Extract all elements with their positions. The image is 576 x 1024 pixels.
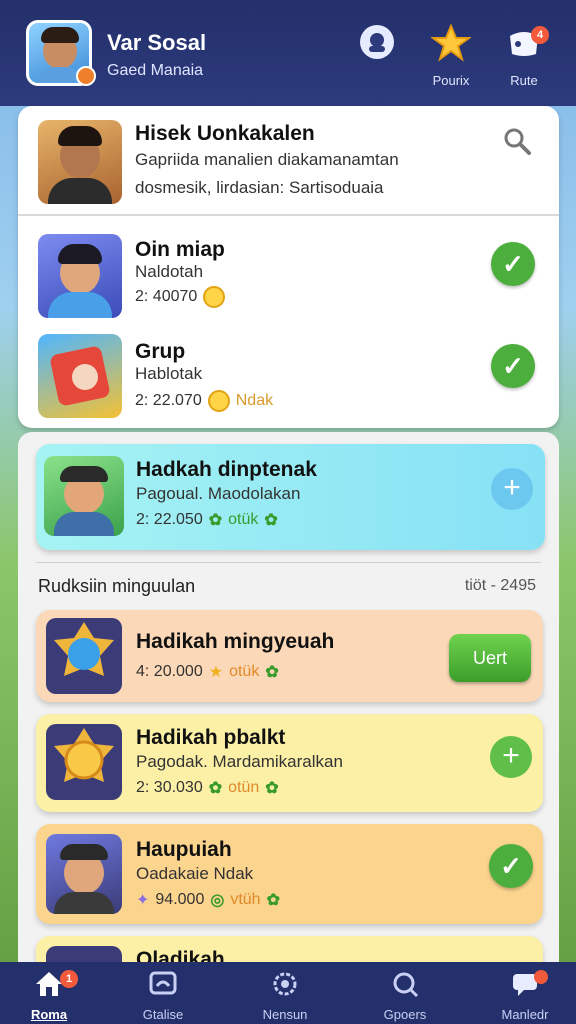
reward-claimed-check-button[interactable]: ✓ [489, 844, 533, 888]
group-avatar [38, 334, 122, 418]
friend-score: 2: 40070 [135, 286, 226, 308]
nav-settings-label: Nensun [262, 1007, 308, 1022]
reward-meta: ✦ 94.000 ◎ vtüh ✿ [136, 890, 280, 910]
reward-meta: 4: 20.000 ★ otük ✿ [136, 662, 279, 682]
reward-score: 4: 20.000 [136, 663, 203, 680]
star-icon: ★ [208, 664, 224, 681]
reward-sub: Pagodak. Mardamikaralkan [136, 752, 343, 771]
nav-search[interactable]: Gpoers [360, 970, 450, 1022]
divider [18, 214, 559, 216]
reward-title: Hadikah mingyeuah [136, 630, 335, 653]
clover-icon: ✿ [265, 664, 279, 681]
reward-card-1[interactable]: Hadikah mingyeuah 4: 20.000 ★ otük ✿ Uer… [36, 610, 543, 702]
chat-bubble-icon [360, 25, 394, 59]
highlight-title: Hadkah dinptenak [136, 458, 317, 481]
group-name: Grup [135, 340, 186, 363]
clover-icon: ✿ [208, 780, 223, 797]
coin-icon [203, 286, 226, 308]
rank-button[interactable]: Pourix [424, 23, 478, 88]
chat-button[interactable] [350, 24, 404, 69]
rank-label: Pourix [432, 73, 470, 88]
highlight-reward-card[interactable]: Hadkah dinptenak Pagoual. Maodolakan 2: … [36, 444, 545, 550]
reward-tag: otük [229, 663, 260, 680]
star-icon [429, 23, 473, 62]
clover-icon: ✿ [266, 892, 280, 909]
profile-name: Hisek Uonkakalen [135, 122, 315, 145]
friend-avatar [38, 234, 122, 318]
search-icon[interactable] [502, 126, 532, 156]
clover-icon: ✿ [264, 512, 278, 529]
reward-avatar [46, 834, 122, 914]
group-score-tag: Ndak [235, 392, 274, 409]
gear-icon [273, 972, 297, 996]
reward-meta: 2: 30.030 ✿ otün ✿ [136, 778, 279, 798]
group-joined-check-button[interactable]: ✓ [491, 344, 535, 388]
highlight-avatar [44, 456, 124, 536]
nav-search-label: Gpoers [383, 1007, 427, 1022]
coin-icon [207, 390, 230, 412]
group-score-value: 2: 22.070 [135, 392, 202, 409]
search-icon [393, 972, 419, 998]
friend-added-check-button[interactable]: ✓ [491, 242, 535, 286]
bottom-navigation: Roma 1 Gtalise Nensun Gpoers Manledr [0, 962, 576, 1024]
section-title: Rudksiin minguulan [38, 576, 196, 596]
home-icon [36, 972, 62, 996]
gift-label: Rute [510, 73, 538, 88]
page-subtitle: Gaed Manaia [107, 62, 204, 79]
reward-sub: Oadakaie Ndak [136, 864, 254, 883]
reward-badge-icon [46, 618, 122, 694]
profile-desc-line2: dosmesik, lirdasian: Sartisoduaia [135, 178, 384, 197]
highlight-meta: 2: 22.050 ✿ otük ✿ [136, 510, 278, 530]
profile-desc-line1: Gapriida manalien diakamanamtan [135, 150, 399, 169]
highlight-score: 2: 22.050 [136, 511, 203, 528]
page-title: Var Sosal [107, 30, 207, 55]
reward-card-2[interactable]: Hadikah pbalkt Pagodak. Mardamikaralkan … [36, 714, 543, 812]
reward-score: 94.000 [155, 891, 205, 908]
nav-home-badge: 1 [60, 970, 78, 988]
clover-icon: ◎ [210, 892, 225, 909]
nav-settings[interactable]: Nensun [240, 970, 330, 1022]
clover-icon: ✿ [265, 780, 279, 797]
nav-gallery[interactable]: Gtalise [118, 970, 208, 1022]
friend-name: Oin miap [135, 238, 225, 261]
nav-messages-label: Manledr [501, 1007, 549, 1022]
reward-title: Haupuiah [136, 838, 232, 861]
friend-status: Naldotah [135, 262, 204, 281]
reward-card-3[interactable]: Haupuiah Oadakaie Ndak ✦ 94.000 ◎ vtüh ✿… [36, 824, 543, 924]
reward-score: 2: 30.030 [136, 779, 203, 796]
divider [36, 562, 541, 563]
reward-title: Hadikah pbalkt [136, 726, 286, 749]
highlight-sub: Pagoual. Maodolakan [136, 484, 301, 503]
gift-count-badge: 4 [531, 26, 549, 44]
reward-badge-icon [46, 724, 122, 800]
claim-button[interactable]: Uert [449, 634, 531, 682]
friends-card: Hisek Uonkakalen Gapriida manalien diaka… [18, 106, 559, 428]
nav-messages-badge [534, 970, 548, 984]
sparkle-icon: ✦ [136, 892, 150, 909]
nav-home-label: Roma [30, 1007, 68, 1022]
add-reward-button[interactable]: + [490, 736, 532, 778]
clover-icon: ✿ [208, 512, 223, 529]
reward-tag: otün [228, 779, 260, 796]
nav-home[interactable]: Roma 1 [4, 970, 94, 1022]
add-highlight-button[interactable]: + [491, 468, 533, 510]
friend-score-value: 2: 40070 [135, 288, 198, 305]
gallery-icon [149, 971, 177, 995]
section-timer: tiöt - 2495 [464, 577, 536, 594]
nav-messages[interactable]: Manledr [480, 970, 570, 1022]
avatar-level-badge [76, 66, 96, 86]
app-header: Var Sosal Gaed Manaia Pourix Rute 4 [0, 0, 576, 106]
nav-gallery-label: Gtalise [142, 1007, 184, 1022]
group-status: Hablotak [135, 364, 203, 383]
reward-tag: vtüh [230, 891, 261, 908]
group-score: 2: 22.070 Ndak [135, 390, 273, 412]
highlight-tag: otük [228, 511, 259, 528]
gift-button[interactable]: Rute 4 [497, 24, 551, 88]
user-portrait [38, 120, 122, 204]
